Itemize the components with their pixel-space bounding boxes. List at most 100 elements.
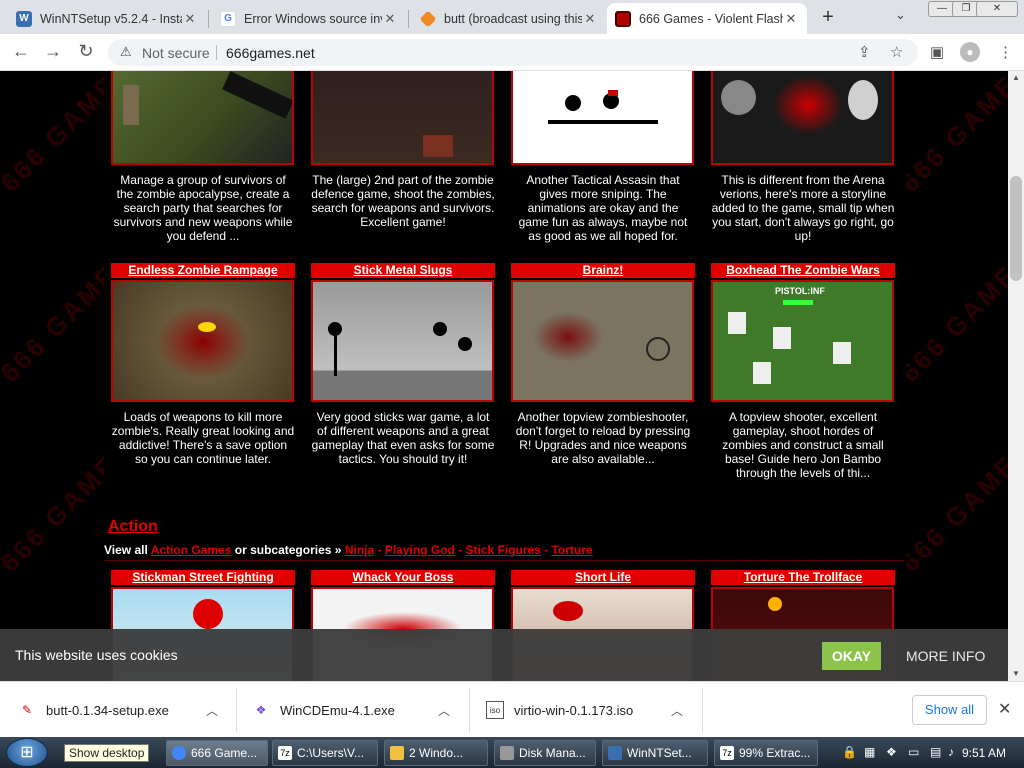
game-card[interactable]: This is different from the Arena verions… xyxy=(711,71,895,243)
game-title-link[interactable]: Stick Metal Slugs xyxy=(311,263,495,278)
taskbar-item[interactable]: 7z 99% Extrac... xyxy=(714,740,818,766)
scroll-down-arrow-icon[interactable]: ▼ xyxy=(1012,669,1020,678)
game-thumbnail[interactable] xyxy=(311,71,494,165)
not-secure-label[interactable]: Not secure xyxy=(142,45,210,61)
close-icon[interactable]: ✕ xyxy=(582,11,598,27)
omnibox[interactable]: ⚠ Not secure 666games.net xyxy=(108,39,918,66)
view-all-row: View all Action Games or subcategories »… xyxy=(104,543,904,561)
profile-avatar-icon[interactable]: ● xyxy=(960,42,980,62)
share-icon[interactable]: ⇪ xyxy=(858,43,871,61)
game-title-link[interactable]: Torture The Trollface xyxy=(711,570,895,585)
tab-winntsetup[interactable]: W WinNTSetup v5.2.4 - Insta ✕ xyxy=(8,3,206,34)
subcategory-stick-figures-link[interactable]: Stick Figures xyxy=(466,543,541,557)
cookie-banner: This website uses cookies OKAY MORE INFO xyxy=(0,629,1008,681)
game-thumbnail[interactable] xyxy=(511,280,694,402)
tab-title: Error Windows source inv xyxy=(244,11,382,26)
close-shelf-icon[interactable]: ✕ xyxy=(998,699,1011,719)
url-text[interactable]: 666games.net xyxy=(226,45,315,61)
network-icon[interactable]: ▤ xyxy=(930,745,941,759)
reload-icon[interactable]: ↻ xyxy=(75,41,97,62)
tray-icon[interactable]: ❖ xyxy=(886,745,897,759)
cookie-okay-button[interactable]: OKAY xyxy=(822,642,881,670)
installer-icon: ✎ xyxy=(21,703,33,717)
taskbar-item[interactable]: 2 Windo... xyxy=(384,740,488,766)
subcategory-playing-god-link[interactable]: Playing God xyxy=(385,543,455,557)
tab-666games[interactable]: 666 Games - Violent Flash ✕ xyxy=(607,3,807,34)
subcategory-ninja-link[interactable]: Ninja xyxy=(345,543,374,557)
chevron-up-icon[interactable]: ︿ xyxy=(206,702,218,719)
tab-search-chevron-icon[interactable]: ⌄ xyxy=(895,7,906,23)
section-title-action[interactable]: Action xyxy=(108,518,158,536)
game-card[interactable]: Brainz! Another topview zombieshooter, d… xyxy=(511,263,695,466)
7zip-icon: 7z xyxy=(720,746,734,760)
menu-dots-icon[interactable]: ⋮ xyxy=(998,43,1013,61)
scrollbar-thumb[interactable] xyxy=(1010,176,1022,281)
scroll-up-arrow-icon[interactable]: ▲ xyxy=(1012,73,1020,82)
game-thumbnail[interactable] xyxy=(311,280,494,402)
forward-arrow-icon[interactable]: → xyxy=(42,41,64,62)
diamond-favicon-icon xyxy=(419,10,437,27)
taskbar-item[interactable]: 666 Game... xyxy=(166,740,268,766)
taskbar-item[interactable]: Disk Mana... xyxy=(494,740,596,766)
taskbar-item[interactable]: 7z C:\Users\V... xyxy=(272,740,378,766)
game-title-link[interactable]: Stickman Street Fighting xyxy=(111,570,295,585)
game-thumbnail[interactable] xyxy=(111,280,294,402)
close-icon[interactable]: ✕ xyxy=(382,11,398,27)
tab-error-windows[interactable]: G Error Windows source inv ✕ xyxy=(212,3,406,34)
iso-icon: iso xyxy=(486,701,504,719)
chevron-up-icon[interactable]: ︿ xyxy=(438,702,450,719)
game-title-link[interactable]: Short Life xyxy=(511,570,695,585)
warning-icon[interactable]: ⚠ xyxy=(120,44,132,60)
bookmark-star-icon[interactable]: ☆ xyxy=(890,43,903,61)
taskbar-item[interactable]: WinNTSet... xyxy=(602,740,708,766)
game-card[interactable]: Manage a group of survivors of the zombi… xyxy=(111,71,295,243)
game-card[interactable]: Endless Zombie Rampage Loads of weapons … xyxy=(111,263,295,466)
action-games-link[interactable]: Action Games xyxy=(151,543,232,557)
start-button[interactable]: ⊞ xyxy=(6,738,48,767)
game-card[interactable]: Another Tactical Assasin that gives more… xyxy=(511,71,695,243)
subcategory-torture-link[interactable]: Torture xyxy=(552,543,593,557)
chevron-up-icon[interactable]: ︿ xyxy=(671,702,683,719)
winntsetup-icon xyxy=(608,746,622,760)
winntsetup-favicon-icon: W xyxy=(16,10,32,27)
windows-taskbar: ⊞ Show desktop 666 Game... 7z C:\Users\V… xyxy=(0,737,1024,768)
close-icon[interactable]: ✕ xyxy=(783,11,799,27)
game-title-link[interactable]: Endless Zombie Rampage xyxy=(111,263,295,278)
download-item[interactable]: ✎ butt-0.1.34-setup.exe ︿ xyxy=(18,682,228,738)
download-filename: WinCDEmu-4.1.exe xyxy=(280,702,395,718)
back-arrow-icon[interactable]: ← xyxy=(10,41,32,62)
game-card[interactable]: The (large) 2nd part of the zombie defen… xyxy=(311,71,495,229)
close-icon[interactable]: ✕ xyxy=(182,11,198,27)
7zip-icon: 7z xyxy=(278,746,292,760)
download-item[interactable]: ❖ WinCDEmu-4.1.exe ︿ xyxy=(252,682,462,738)
cookie-more-info-link[interactable]: MORE INFO xyxy=(906,648,985,664)
tab-butt[interactable]: butt (broadcast using this ✕ xyxy=(412,3,606,34)
game-title-link[interactable]: Whack Your Boss xyxy=(311,570,495,585)
game-grid: Manage a group of survivors of the zombi… xyxy=(104,71,906,681)
download-filename: butt-0.1.34-setup.exe xyxy=(46,702,169,718)
tray-icon[interactable]: ▦ xyxy=(864,745,875,759)
tab-title: WinNTSetup v5.2.4 - Insta xyxy=(40,11,182,26)
page-scrollbar[interactable]: ▲ ▼ xyxy=(1008,71,1024,681)
game-thumbnail[interactable]: PISTOL:INF xyxy=(711,280,894,402)
game-title-link[interactable]: Brainz! xyxy=(511,263,695,278)
show-all-downloads-button[interactable]: Show all xyxy=(912,695,987,725)
game-description: A topview shooter, excellent gameplay, s… xyxy=(722,410,884,480)
game-thumbnail[interactable] xyxy=(711,71,894,165)
game-card[interactable]: Stick Metal Slugs Very good sticks war g… xyxy=(311,263,495,466)
tray-icon[interactable]: ▭ xyxy=(908,745,919,759)
game-description: This is different from the Arena verions… xyxy=(711,173,895,243)
close-window-button[interactable]: ✕ xyxy=(976,1,1018,17)
new-tab-button[interactable]: + xyxy=(817,6,839,29)
game-thumbnail[interactable] xyxy=(511,71,694,165)
volume-icon[interactable]: ♪ xyxy=(948,745,954,759)
tray-icon[interactable]: 🔒 xyxy=(842,745,857,759)
game-thumbnail[interactable] xyxy=(111,71,294,165)
game-card[interactable]: Boxhead The Zombie Wars PISTOL:INF A top… xyxy=(711,263,895,480)
side-panel-icon[interactable]: ▣ xyxy=(930,43,944,61)
game-description: Manage a group of survivors of the zombi… xyxy=(113,173,293,243)
download-shelf: ✎ butt-0.1.34-setup.exe ︿ ❖ WinCDEmu-4.1… xyxy=(0,681,1024,737)
download-item[interactable]: iso virtio-win-0.1.173.iso ︿ xyxy=(486,682,696,738)
game-title-link[interactable]: Boxhead The Zombie Wars xyxy=(711,263,895,278)
clock[interactable]: 9:51 AM xyxy=(962,746,1006,760)
